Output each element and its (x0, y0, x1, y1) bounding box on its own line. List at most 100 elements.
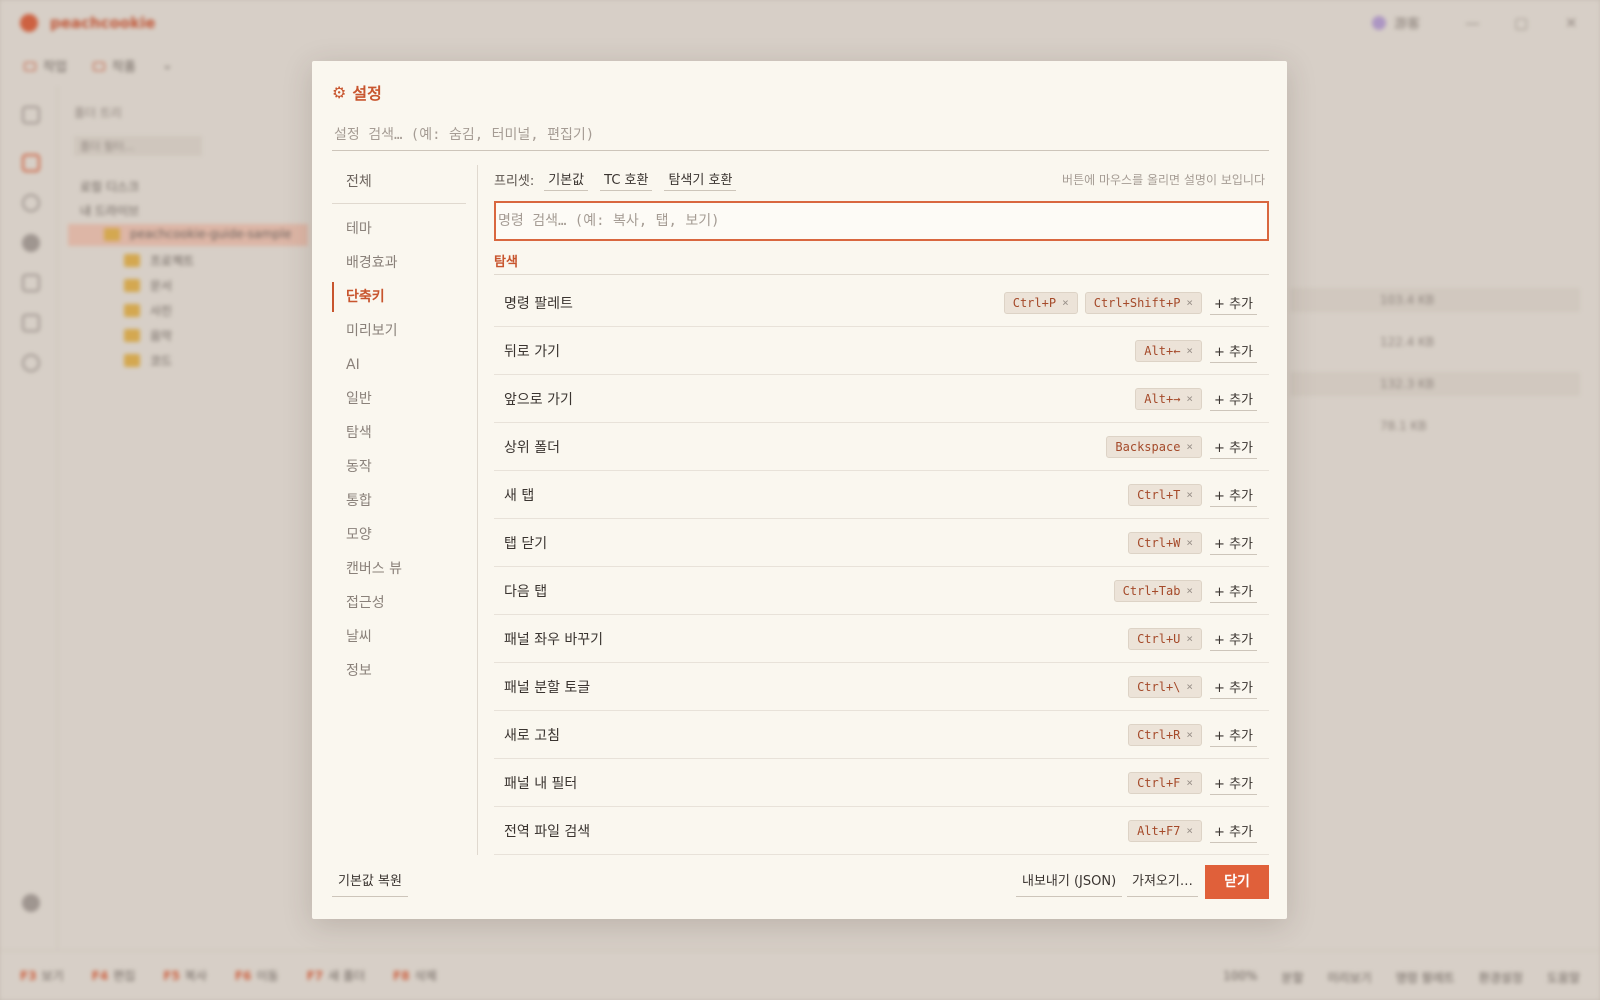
import-button[interactable]: 가져오기… (1127, 867, 1198, 897)
preset-label: 프리셋: (494, 173, 535, 189)
nav-item-integration[interactable]: 통합 (332, 484, 478, 518)
shortcut-row: 다음 탭 Ctrl+Tab × + 추가 (494, 567, 1269, 615)
key-chip-text: Ctrl+Tab (1122, 583, 1181, 598)
key-chip-text: Alt+→ (1144, 391, 1181, 406)
shortcut-label: 다음 탭 (504, 583, 548, 600)
add-shortcut-button[interactable]: + 추가 (1210, 675, 1257, 699)
nav-item-canvas-view[interactable]: 캔버스 뷰 (332, 552, 478, 586)
remove-key-icon[interactable]: × (1186, 680, 1193, 693)
key-chip-text: Ctrl+W (1137, 535, 1181, 550)
nav-item-preview[interactable]: 미리보기 (332, 314, 478, 348)
nav-item-info[interactable]: 정보 (332, 654, 478, 688)
nav-item-general[interactable]: 일반 (332, 382, 478, 416)
add-shortcut-button[interactable]: + 추가 (1210, 291, 1257, 315)
add-shortcut-button[interactable]: + 추가 (1210, 531, 1257, 555)
shortcut-label: 전역 파일 검색 (504, 823, 591, 840)
add-shortcut-button[interactable]: + 추가 (1210, 483, 1257, 507)
nav-item-behavior[interactable]: 동작 (332, 450, 478, 484)
shortcut-row: 상위 폴더 Backspace × + 추가 (494, 423, 1269, 471)
preset-default-button[interactable]: 기본값 (544, 167, 589, 191)
shortcut-row: 새로 고침 Ctrl+R × + 추가 (494, 711, 1269, 759)
nav-item-all[interactable]: 전체 (332, 165, 478, 199)
preset-hint: 버튼에 마우스를 올리면 설명이 보입니다 (1062, 172, 1265, 187)
export-json-button[interactable]: 내보내기 (JSON) (1016, 867, 1123, 897)
nav-item-ai[interactable]: AI (332, 348, 478, 382)
shortcut-label: 패널 내 필터 (504, 775, 578, 792)
add-shortcut-button[interactable]: + 추가 (1210, 771, 1257, 795)
key-chip: Alt+← × (1135, 339, 1203, 362)
remove-key-icon[interactable]: × (1186, 440, 1193, 453)
preset-tc-button[interactable]: TC 호환 (600, 167, 653, 191)
remove-key-icon[interactable]: × (1186, 728, 1193, 741)
nav-separator (477, 165, 478, 855)
shortcut-label: 패널 분할 토글 (504, 679, 591, 696)
key-chip-text: Ctrl+\ (1137, 679, 1181, 694)
shortcut-row: 패널 좌우 바꾸기 Ctrl+U × + 추가 (494, 615, 1269, 663)
shortcut-label: 패널 좌우 바꾸기 (504, 631, 604, 648)
key-chip: Ctrl+W × (1128, 531, 1203, 554)
settings-nav: 전체 테마 배경효과 단축키 미리보기 AI 일반 탐색 동작 통합 모양 캔버… (332, 165, 478, 688)
shortcut-row: 패널 내 필터 Ctrl+F × + 추가 (494, 759, 1269, 807)
nav-item-navigation[interactable]: 탐색 (332, 416, 478, 450)
key-chip: Ctrl+F × (1128, 771, 1203, 794)
settings-search-input[interactable] (332, 119, 1269, 151)
settings-dialog: ⚙ 설정 전체 테마 배경효과 단축키 미리보기 AI 일반 탐색 동작 통합 … (312, 61, 1287, 919)
remove-key-icon[interactable]: × (1186, 296, 1193, 309)
close-button[interactable]: 닫기 (1205, 865, 1269, 899)
nav-divider (332, 203, 466, 204)
reset-defaults-button[interactable]: 기본값 복원 (332, 867, 408, 897)
key-chip-text: Alt+← (1144, 343, 1181, 358)
preset-explorer-button[interactable]: 탐색기 호환 (664, 167, 737, 191)
key-chip: Alt+F7 × (1128, 819, 1203, 842)
remove-key-icon[interactable]: × (1186, 488, 1193, 501)
key-chip: Ctrl+\ × (1128, 675, 1203, 698)
key-chip: Ctrl+P × (1003, 291, 1078, 314)
add-shortcut-button[interactable]: + 추가 (1210, 723, 1257, 747)
remove-key-icon[interactable]: × (1186, 344, 1193, 357)
nav-item-weather[interactable]: 날씨 (332, 620, 478, 654)
shortcut-label: 명령 팔레트 (504, 295, 573, 312)
key-chip: Ctrl+T × (1128, 483, 1203, 506)
shortcut-list[interactable]: 명령 팔레트 Ctrl+P × Ctrl+Shift+P × + 추가 뒤로 가기 Alt+←… (494, 279, 1269, 913)
remove-key-icon[interactable]: × (1186, 824, 1193, 837)
command-search-input[interactable] (494, 201, 1269, 241)
key-chip: Ctrl+Shift+P × (1084, 291, 1203, 314)
shortcut-row: 패널 분할 토글 Ctrl+\ × + 추가 (494, 663, 1269, 711)
nav-item-appearance[interactable]: 모양 (332, 518, 478, 552)
shortcut-label: 새 탭 (504, 487, 535, 504)
add-shortcut-button[interactable]: + 추가 (1210, 387, 1257, 411)
shortcut-row: 탭 닫기 Ctrl+W × + 추가 (494, 519, 1269, 567)
key-chip-text: Backspace (1115, 439, 1181, 454)
add-shortcut-button[interactable]: + 추가 (1210, 627, 1257, 651)
remove-key-icon[interactable]: × (1062, 296, 1069, 309)
section-title: 탐색 (494, 251, 1269, 275)
remove-key-icon[interactable]: × (1186, 632, 1193, 645)
add-shortcut-button[interactable]: + 추가 (1210, 819, 1257, 843)
shortcut-row: 앞으로 가기 Alt+→ × + 추가 (494, 375, 1269, 423)
key-chip-text: Alt+F7 (1137, 823, 1181, 838)
nav-item-theme[interactable]: 테마 (332, 212, 478, 246)
key-chip: Backspace × (1106, 435, 1203, 458)
shortcut-row: 새 탭 Ctrl+T × + 추가 (494, 471, 1269, 519)
add-shortcut-button[interactable]: + 추가 (1210, 435, 1257, 459)
remove-key-icon[interactable]: × (1186, 776, 1193, 789)
shortcut-row: 뒤로 가기 Alt+← × + 추가 (494, 327, 1269, 375)
key-chip: Alt+→ × (1135, 387, 1203, 410)
key-chip-text: Ctrl+Shift+P (1093, 295, 1181, 310)
remove-key-icon[interactable]: × (1186, 584, 1193, 597)
key-chip: Ctrl+U × (1128, 627, 1203, 650)
preset-bar: 프리셋: 기본값 TC 호환 탐색기 호환 버튼에 마우스를 올리면 설명이 보… (494, 167, 1269, 191)
dialog-title: ⚙ 설정 (332, 80, 382, 104)
nav-item-background-effects[interactable]: 배경효과 (332, 246, 478, 280)
shortcut-label: 상위 폴더 (504, 439, 560, 456)
key-chip: Ctrl+Tab × (1113, 579, 1203, 602)
shortcut-row: 전역 파일 검색 Alt+F7 × + 추가 (494, 807, 1269, 855)
remove-key-icon[interactable]: × (1186, 536, 1193, 549)
nav-item-shortcuts[interactable]: 단축키 (332, 280, 478, 314)
add-shortcut-button[interactable]: + 추가 (1210, 339, 1257, 363)
key-chip-text: Ctrl+P (1012, 295, 1057, 310)
shortcut-label: 새로 고침 (504, 727, 560, 744)
remove-key-icon[interactable]: × (1186, 392, 1193, 405)
add-shortcut-button[interactable]: + 추가 (1210, 579, 1257, 603)
nav-item-accessibility[interactable]: 접근성 (332, 586, 478, 620)
